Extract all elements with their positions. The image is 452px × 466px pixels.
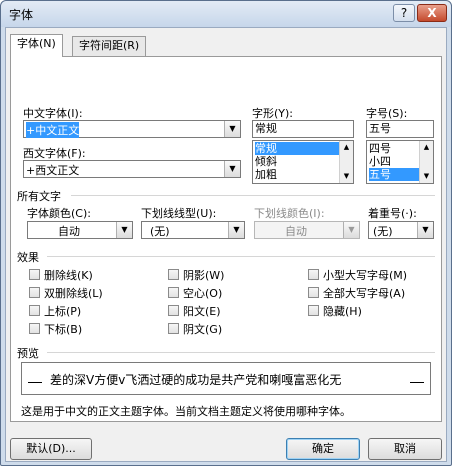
checkbox-box[interactable] [168,323,179,334]
western-font-select[interactable]: +西文正文 ▼ [23,160,241,178]
divider [71,195,435,196]
all-text-section-label: 所有文字 [17,190,61,203]
list-item[interactable]: 倾斜 [255,155,277,168]
chinese-font-value: +中文正文 [26,122,80,138]
checkbox-label: 空心(O) [183,287,223,300]
checkbox-box[interactable] [29,305,40,316]
emphasis-mark-value: (无) [373,225,393,238]
all-caps-checkbox[interactable]: 全部大写字母(A) [308,285,405,301]
list-item[interactable]: 四号 [369,142,391,155]
subscript-checkbox[interactable]: 下标(B) [29,321,82,337]
ok-button[interactable]: 确定 [286,438,360,460]
checkbox-box[interactable] [308,269,319,280]
scrollbar[interactable]: ▲ ▼ [419,141,433,183]
font-color-value: 自动 [58,225,80,238]
checkbox-box[interactable] [168,269,179,280]
underline-style-label: 下划线线型(U): [141,207,217,220]
checkbox-label: 下标(B) [44,323,83,336]
list-item[interactable]: 小四 [369,155,391,168]
font-size-label: 字号(S): [366,107,408,120]
scroll-up-icon[interactable]: ▲ [340,141,353,154]
chevron-down-icon: ▼ [343,222,359,238]
superscript-checkbox[interactable]: 上标(P) [29,303,81,319]
checkbox-label: 阳文(E) [183,305,221,318]
list-item[interactable]: 加粗 [255,168,277,181]
underline-style-value: (无) [150,225,170,238]
divider [47,352,435,353]
checkbox-box[interactable] [308,305,319,316]
underline-color-value: 自动 [285,225,307,238]
chevron-down-icon[interactable]: ▼ [224,121,240,137]
dialog-body: 字体(N) 字符间距(R) 中文字体(I): +中文正文 ▼ 西文字体(F): … [5,27,447,462]
checkbox-box[interactable] [168,287,179,298]
underline-color-select: 自动 ▼ [254,221,360,239]
checkbox-box[interactable] [29,269,40,280]
divider [47,256,435,257]
preview-section-label: 预览 [17,347,39,360]
outline-checkbox[interactable]: 空心(O) [168,285,222,301]
western-font-label: 西文字体(F): [23,147,86,160]
preview-marker [410,382,424,383]
checkbox-box[interactable] [308,287,319,298]
title-bar: 字体 ? X [1,1,451,27]
hidden-checkbox[interactable]: 隐藏(H) [308,303,362,319]
emphasis-mark-select[interactable]: (无) ▼ [368,221,434,239]
font-color-select[interactable]: 自动 ▼ [27,221,133,239]
window-title: 字体 [9,8,34,22]
checkbox-label: 隐藏(H) [323,305,362,318]
preview-description: 这是用于中文的正文主题字体。当前文档主题定义将使用哪种字体。 [21,405,351,418]
underline-style-select[interactable]: (无) ▼ [141,221,245,239]
font-size-list[interactable]: 四号 小四 五号 ▲ ▼ [366,140,434,184]
list-item[interactable]: 常规 [255,142,339,155]
help-button[interactable]: ? [393,4,415,22]
checkbox-label: 全部大写字母(A) [323,287,406,300]
shadow-checkbox[interactable]: 阴影(W) [168,267,224,283]
underline-color-label: 下划线颜色(I): [254,207,325,220]
chinese-font-label: 中文字体(I): [23,107,83,120]
small-caps-checkbox[interactable]: 小型大写字母(M) [308,267,407,283]
engrave-checkbox[interactable]: 阴文(G) [168,321,222,337]
western-font-value: +西文正文 [26,164,80,177]
checkbox-label: 上标(P) [44,305,82,318]
checkbox-label: 阴影(W) [183,269,225,282]
preview-marker [28,382,42,383]
tab-font[interactable]: 字体(N) [10,34,63,57]
checkbox-box[interactable] [168,305,179,316]
scroll-down-icon[interactable]: ▼ [340,170,353,183]
checkbox-label: 小型大写字母(M) [323,269,408,282]
chinese-font-select[interactable]: +中文正文 ▼ [23,120,241,138]
scroll-up-icon[interactable]: ▲ [420,141,433,154]
emboss-checkbox[interactable]: 阳文(E) [168,303,221,319]
preview-sample-text: 差的深V方便v飞洒过硬的成功是共产党和喇嘎富恶化无 [50,373,342,387]
font-dialog: 字体 ? X 字体(N) 字符间距(R) 中文字体(I): +中文正文 ▼ 西文… [0,0,452,466]
preview-box: 差的深V方便v飞洒过硬的成功是共产党和喇嘎富恶化无 [21,362,431,395]
chevron-down-icon[interactable]: ▼ [228,222,244,238]
cancel-button[interactable]: 取消 [368,438,442,460]
checkbox-label: 删除线(K) [44,269,93,282]
tab-panel-font: 中文字体(I): +中文正文 ▼ 西文字体(F): +西文正文 ▼ 字形(Y):… [10,56,442,422]
chevron-down-icon[interactable]: ▼ [224,161,240,177]
checkbox-label: 双删除线(L) [44,287,103,300]
chevron-down-icon[interactable]: ▼ [417,222,433,238]
font-style-input[interactable]: 常规 [252,120,354,138]
set-default-button[interactable]: 默认(D)... [10,438,92,460]
font-color-label: 字体颜色(C): [27,207,91,220]
scrollbar[interactable]: ▲ ▼ [339,141,353,183]
scroll-down-icon[interactable]: ▼ [420,170,433,183]
close-button[interactable]: X [417,4,447,22]
emphasis-mark-label: 着重号(·): [368,207,417,220]
checkbox-label: 阴文(G) [183,323,223,336]
double-strikethrough-checkbox[interactable]: 双删除线(L) [29,285,103,301]
strikethrough-checkbox[interactable]: 删除线(K) [29,267,93,283]
checkbox-box[interactable] [29,323,40,334]
font-size-input[interactable]: 五号 [366,120,434,138]
chevron-down-icon[interactable]: ▼ [116,222,132,238]
checkbox-box[interactable] [29,287,40,298]
font-style-list[interactable]: 常规 倾斜 加粗 ▲ ▼ [252,140,354,184]
tab-character-spacing[interactable]: 字符间距(R) [72,36,147,56]
list-item[interactable]: 五号 [369,168,419,181]
font-style-label: 字形(Y): [252,107,294,120]
effects-section-label: 效果 [17,251,39,264]
